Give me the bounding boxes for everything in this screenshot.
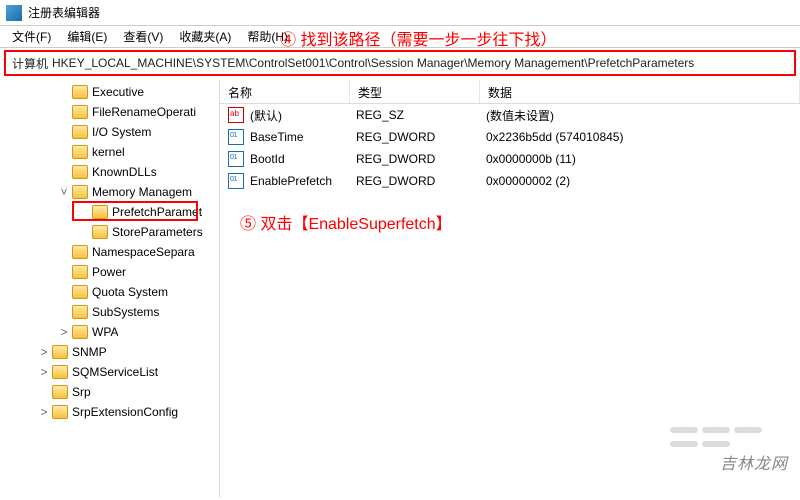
menu-view[interactable]: 查看(V) — [115, 26, 171, 47]
tree-item[interactable]: PrefetchParamet — [0, 202, 219, 222]
folder-icon — [92, 205, 108, 219]
chevron-right-icon[interactable]: > — [38, 345, 50, 359]
cell-data: 0x2236b5dd (574010845) — [486, 130, 800, 144]
tree-item-label: Power — [92, 265, 126, 279]
watermark-text: 吉林龙网 — [720, 450, 788, 474]
cell-type: REG_DWORD — [356, 130, 486, 144]
cell-name: BaseTime — [250, 130, 356, 144]
list-row[interactable]: BootIdREG_DWORD0x0000000b (11) — [220, 148, 800, 170]
addressbar-prefix: 计算机 — [8, 55, 52, 72]
tree-item[interactable]: StoreParameters — [0, 222, 219, 242]
column-type[interactable]: 类型 — [350, 80, 480, 103]
tree-item-label: NamespaceSepara — [92, 245, 195, 259]
addressbar-input[interactable] — [52, 56, 792, 70]
tree-item-label: SNMP — [72, 345, 107, 359]
tree-item[interactable]: Executive — [0, 82, 219, 102]
annotation-step4: ④ 找到该路径（需要一步一步往下找） — [280, 26, 556, 50]
tree-item-label: Executive — [92, 85, 144, 99]
tree-item-label: SQMServiceList — [72, 365, 158, 379]
folder-icon — [52, 405, 68, 419]
tree-item[interactable]: Power — [0, 262, 219, 282]
folder-icon — [52, 345, 68, 359]
menu-favorites[interactable]: 收藏夹(A) — [171, 26, 239, 47]
dword-value-icon — [228, 151, 244, 167]
tree-item[interactable]: I/O System — [0, 122, 219, 142]
tree-item-label: FileRenameOperati — [92, 105, 196, 119]
tree-item-label: SubSystems — [92, 305, 159, 319]
tree-item[interactable]: ˅ Memory Managem — [0, 182, 219, 202]
cell-data: 0x0000000b (11) — [486, 152, 800, 166]
chevron-down-icon[interactable]: ˅ — [58, 185, 70, 199]
window-title: 注册表编辑器 — [28, 4, 100, 21]
cell-name: BootId — [250, 152, 356, 166]
list-row[interactable]: BaseTimeREG_DWORD0x2236b5dd (574010845) — [220, 126, 800, 148]
folder-icon — [72, 305, 88, 319]
folder-icon — [92, 225, 108, 239]
menu-file[interactable]: 文件(F) — [4, 26, 59, 47]
tree-item-label: StoreParameters — [112, 225, 203, 239]
tree-item-label: Quota System — [92, 285, 168, 299]
cell-name: (默认) — [250, 107, 356, 124]
tree-item-label: PrefetchParamet — [112, 205, 202, 219]
tree-item-label: Memory Managem — [92, 185, 192, 199]
folder-icon — [52, 365, 68, 379]
column-data[interactable]: 数据 — [480, 80, 800, 103]
folder-icon — [72, 245, 88, 259]
list-row[interactable]: (默认)REG_SZ(数值未设置) — [220, 104, 800, 126]
folder-icon — [72, 105, 88, 119]
chevron-right-icon[interactable]: > — [38, 365, 50, 379]
tree-item-label: SrpExtensionConfig — [72, 405, 178, 419]
titlebar: 注册表编辑器 — [0, 0, 800, 26]
folder-icon — [72, 185, 88, 199]
tree-item[interactable]: FileRenameOperati — [0, 102, 219, 122]
tree-item[interactable]: SubSystems — [0, 302, 219, 322]
folder-icon — [72, 125, 88, 139]
addressbar-container: 计算机 — [4, 50, 796, 76]
tree-item-label: KnownDLLs — [92, 165, 157, 179]
tree-pane[interactable]: Executive FileRenameOperati I/O System kern… — [0, 80, 220, 498]
tree-item[interactable]: > SrpExtensionConfig — [0, 402, 219, 422]
column-name[interactable]: 名称 — [220, 80, 350, 103]
chevron-right-icon[interactable]: > — [58, 325, 70, 339]
tree-item-label: WPA — [92, 325, 118, 339]
tree-item[interactable]: kernel — [0, 142, 219, 162]
cell-data: 0x00000002 (2) — [486, 174, 800, 188]
tree-item[interactable]: > SNMP — [0, 342, 219, 362]
dword-value-icon — [228, 129, 244, 145]
folder-icon — [72, 265, 88, 279]
cell-name: EnablePrefetch — [250, 174, 356, 188]
folder-icon — [72, 165, 88, 179]
folder-icon — [52, 385, 68, 399]
folder-icon — [72, 85, 88, 99]
tree-item-label: Srp — [72, 385, 91, 399]
tree-item-label: kernel — [92, 145, 125, 159]
tree-item[interactable]: Quota System — [0, 282, 219, 302]
list-row[interactable]: EnablePrefetchREG_DWORD0x00000002 (2) — [220, 170, 800, 192]
menu-edit[interactable]: 编辑(E) — [59, 26, 115, 47]
folder-icon — [72, 285, 88, 299]
menubar: 文件(F) 编辑(E) 查看(V) 收藏夹(A) 帮助(H) ④ 找到该路径（需… — [0, 26, 800, 48]
watermark-decoration — [668, 424, 788, 448]
tree-item[interactable]: Srp — [0, 382, 219, 402]
tree-item[interactable]: KnownDLLs — [0, 162, 219, 182]
annotation-step5: ⑤ 双击【EnableSuperfetch】 — [240, 210, 452, 234]
app-icon — [6, 5, 22, 21]
cell-type: REG_DWORD — [356, 152, 486, 166]
folder-icon — [72, 145, 88, 159]
tree-item-label: I/O System — [92, 125, 151, 139]
tree-item[interactable]: > WPA — [0, 322, 219, 342]
chevron-right-icon[interactable]: > — [38, 405, 50, 419]
list-header: 名称 类型 数据 — [220, 80, 800, 104]
tree-item[interactable]: > SQMServiceList — [0, 362, 219, 382]
cell-data: (数值未设置) — [486, 107, 800, 124]
dword-value-icon — [228, 173, 244, 189]
string-value-icon — [228, 107, 244, 123]
folder-icon — [72, 325, 88, 339]
tree-item[interactable]: NamespaceSepara — [0, 242, 219, 262]
cell-type: REG_DWORD — [356, 174, 486, 188]
cell-type: REG_SZ — [356, 108, 486, 122]
list-body: (默认)REG_SZ(数值未设置)BaseTimeREG_DWORD0x2236… — [220, 104, 800, 192]
